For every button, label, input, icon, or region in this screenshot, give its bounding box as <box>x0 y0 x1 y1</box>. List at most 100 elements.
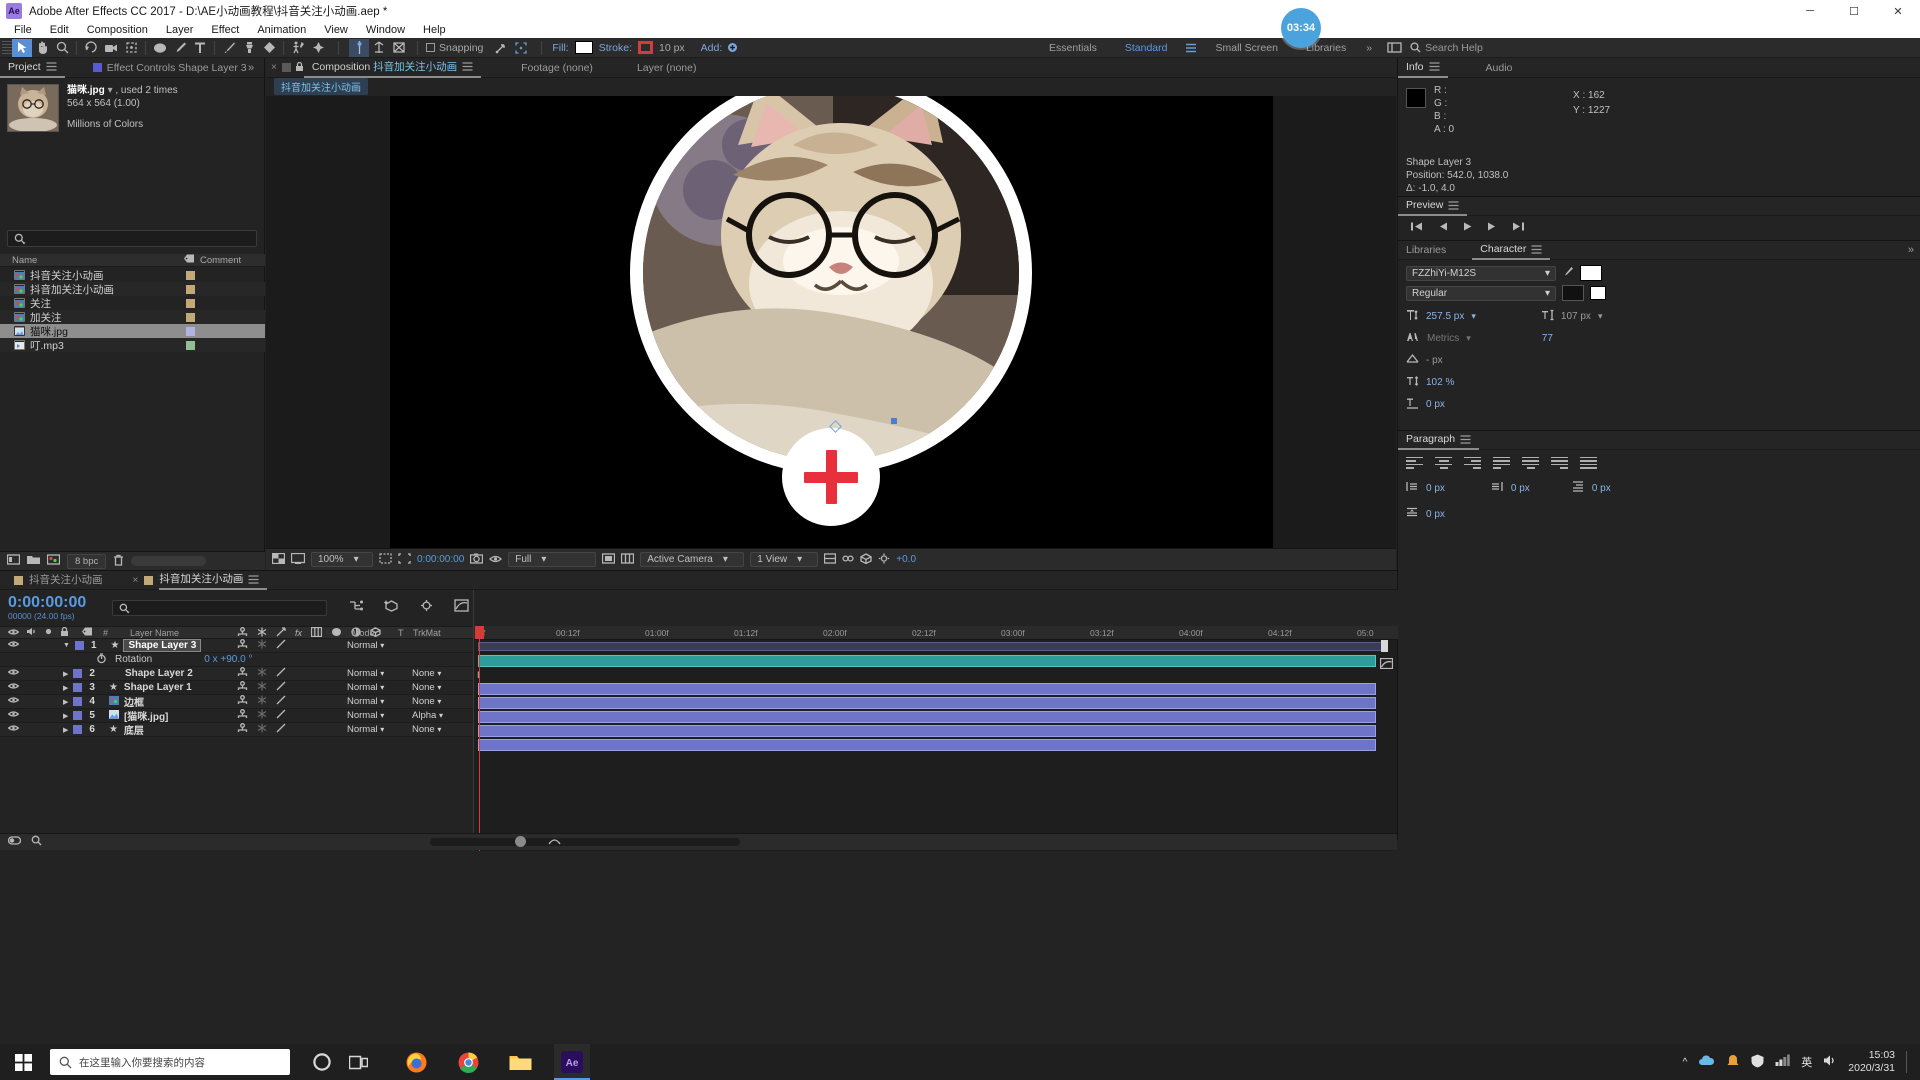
font-size-value[interactable]: 257.5 px <box>1426 311 1464 322</box>
layer-mode-select[interactable]: Normal ▾ <box>347 682 403 693</box>
eraser-tool-icon[interactable] <box>259 39 279 57</box>
tab-composition[interactable]: Composition 抖音加关注小动画 <box>303 58 482 78</box>
delete-icon[interactable] <box>113 554 124 569</box>
play-button[interactable] <box>1462 221 1473 235</box>
menu-animation[interactable]: Animation <box>248 22 315 38</box>
work-area-track[interactable] <box>474 640 1398 654</box>
task-view-icon[interactable] <box>340 1044 376 1080</box>
fill-color-swatch[interactable] <box>574 41 593 54</box>
menu-effect[interactable]: Effect <box>202 22 248 38</box>
layer-label-swatch[interactable] <box>73 669 83 678</box>
layer-duration-bar[interactable] <box>478 725 1376 737</box>
grid-guides-icon[interactable] <box>379 552 392 567</box>
timeline-track-area[interactable]: 0f 00:12f 01:00f 01:12f 02:00f 02:12f 03… <box>473 590 1398 851</box>
effects-toggle-icon[interactable] <box>276 667 286 680</box>
start-button[interactable] <box>0 1044 46 1080</box>
layer-mode-select[interactable]: Normal ▾ <box>347 710 403 721</box>
layer-mode-select[interactable]: Normal ▾ <box>347 724 403 735</box>
cortana-icon[interactable] <box>304 1044 340 1080</box>
parent-pickwhip-icon[interactable] <box>237 709 248 722</box>
layer-expand-toggle[interactable]: ▶ <box>63 684 68 692</box>
layer-label-swatch[interactable] <box>73 697 83 706</box>
layer-name[interactable]: Shape Layer 3 <box>123 639 202 652</box>
view-axis-icon[interactable] <box>389 39 409 57</box>
layer-mode-select[interactable]: Normal ▾ <box>347 696 403 707</box>
transform-handle[interactable] <box>890 418 897 424</box>
layer-label-swatch[interactable] <box>73 683 83 692</box>
roto-brush-tool-icon[interactable] <box>288 39 308 57</box>
layer-duration-bar[interactable] <box>478 697 1376 709</box>
label-swatch[interactable] <box>186 326 195 336</box>
draft-3d-icon[interactable] <box>383 599 399 617</box>
stroke-text-color-swatch[interactable] <box>1562 285 1584 301</box>
menu-window[interactable]: Window <box>357 22 414 38</box>
type-tool-icon[interactable] <box>190 39 210 57</box>
timeline-zoom-icon[interactable] <box>31 833 42 851</box>
label-swatch[interactable] <box>186 284 195 294</box>
column-name[interactable]: Name <box>0 255 37 266</box>
tab-effect-controls[interactable]: Effect Controls Shape Layer 3 <box>85 58 255 78</box>
layer-visibility-toggle[interactable] <box>7 682 20 693</box>
layer-name[interactable]: Shape Layer 1 <box>124 682 192 693</box>
layer-name[interactable]: Shape Layer 2 <box>125 668 193 679</box>
label-swatch[interactable] <box>186 298 195 308</box>
effects-toggle-icon[interactable] <box>276 695 286 708</box>
camera-tool-icon[interactable] <box>101 39 121 57</box>
font-family-select[interactable]: FZZhiYi-M12S ▾ <box>1406 265 1556 281</box>
list-item[interactable]: 叮.mp3 <box>0 338 265 352</box>
layer-bar-track[interactable] <box>474 724 1398 738</box>
column-mode[interactable]: Mode <box>352 628 375 638</box>
stopwatch-icon[interactable] <box>96 652 107 667</box>
shape-tool-icon[interactable] <box>150 39 170 57</box>
asset-dropdown-icon[interactable]: ▾ <box>108 85 113 96</box>
effects-toggle-icon[interactable] <box>276 709 286 722</box>
indent-right-value[interactable]: 0 px <box>1511 483 1530 494</box>
layer-visibility-toggle[interactable] <box>7 696 20 707</box>
layer-expand-toggle[interactable]: ▶ <box>63 726 68 734</box>
label-swatch[interactable] <box>186 270 195 280</box>
stroke-color-swatch[interactable] <box>637 41 653 54</box>
font-style-select[interactable]: Regular ▾ <box>1406 285 1556 301</box>
region-interest-icon-2[interactable] <box>602 552 616 567</box>
graph-editor-icon[interactable] <box>454 599 469 617</box>
security-shield-icon[interactable] <box>1751 1054 1764 1071</box>
layer-bar-track[interactable] <box>474 696 1398 710</box>
layer-property-row[interactable]: Rotation 0 x +90.0 ° <box>0 652 473 667</box>
current-time-display[interactable]: 0:00:00:00 <box>417 554 464 565</box>
character-collapse-button[interactable]: » <box>1908 244 1914 256</box>
tab-footage[interactable]: Footage (none) <box>513 58 601 78</box>
space-before-value[interactable]: 0 px <box>1426 509 1445 520</box>
speaker-icon[interactable] <box>1823 1054 1837 1070</box>
layer-mode-select[interactable]: Normal ▾ <box>347 668 403 679</box>
label-swatch[interactable] <box>186 340 195 350</box>
justify-all-icon[interactable] <box>1580 456 1597 469</box>
table-row[interactable]: ▶ 5 [猫咪.jpg] Normal ▾ Alpha ▾ <box>0 709 473 723</box>
layer-trkmat-select[interactable]: Alpha ▾ <box>412 710 464 721</box>
tab-project[interactable]: Project <box>0 58 65 78</box>
tab-paragraph[interactable]: Paragraph <box>1398 430 1480 450</box>
layer-duration-bar[interactable] <box>478 683 1376 695</box>
onedrive-icon[interactable] <box>1698 1054 1715 1070</box>
maximize-button[interactable]: ☐ <box>1832 0 1876 22</box>
motion-blur-icon[interactable] <box>419 599 434 617</box>
tray-expand-icon[interactable]: ^ <box>1683 1057 1688 1068</box>
brush-tool-icon[interactable] <box>219 39 239 57</box>
menu-edit[interactable]: Edit <box>41 22 78 38</box>
column-comment[interactable]: Comment <box>200 255 241 266</box>
hand-tool-icon[interactable] <box>32 39 52 57</box>
table-row[interactable]: ▶ 3 ★ Shape Layer 1 Normal ▾ None ▾ <box>0 681 473 695</box>
column-number[interactable]: # <box>103 628 108 638</box>
breadcrumb[interactable]: 抖音加关注小动画 <box>274 78 368 95</box>
tab-timeline-comp2[interactable]: 抖音加关注小动画 <box>159 570 268 590</box>
tab-layer[interactable]: Layer (none) <box>629 58 705 78</box>
menu-view[interactable]: View <box>315 22 357 38</box>
layer-trkmat-select[interactable]: None ▾ <box>412 668 464 679</box>
menu-file[interactable]: File <box>5 22 41 38</box>
align-right-icon[interactable] <box>1464 456 1481 469</box>
layer-duration-bar[interactable] <box>478 655 1376 667</box>
local-axis-icon[interactable] <box>369 39 389 57</box>
vertical-scale-value[interactable]: 102 % <box>1426 377 1454 388</box>
quality-toggle-icon[interactable] <box>257 723 267 736</box>
taskbar-clock[interactable]: 15:03 2020/3/31 <box>1848 1049 1895 1075</box>
anchor-point-tool-icon[interactable] <box>121 39 141 57</box>
